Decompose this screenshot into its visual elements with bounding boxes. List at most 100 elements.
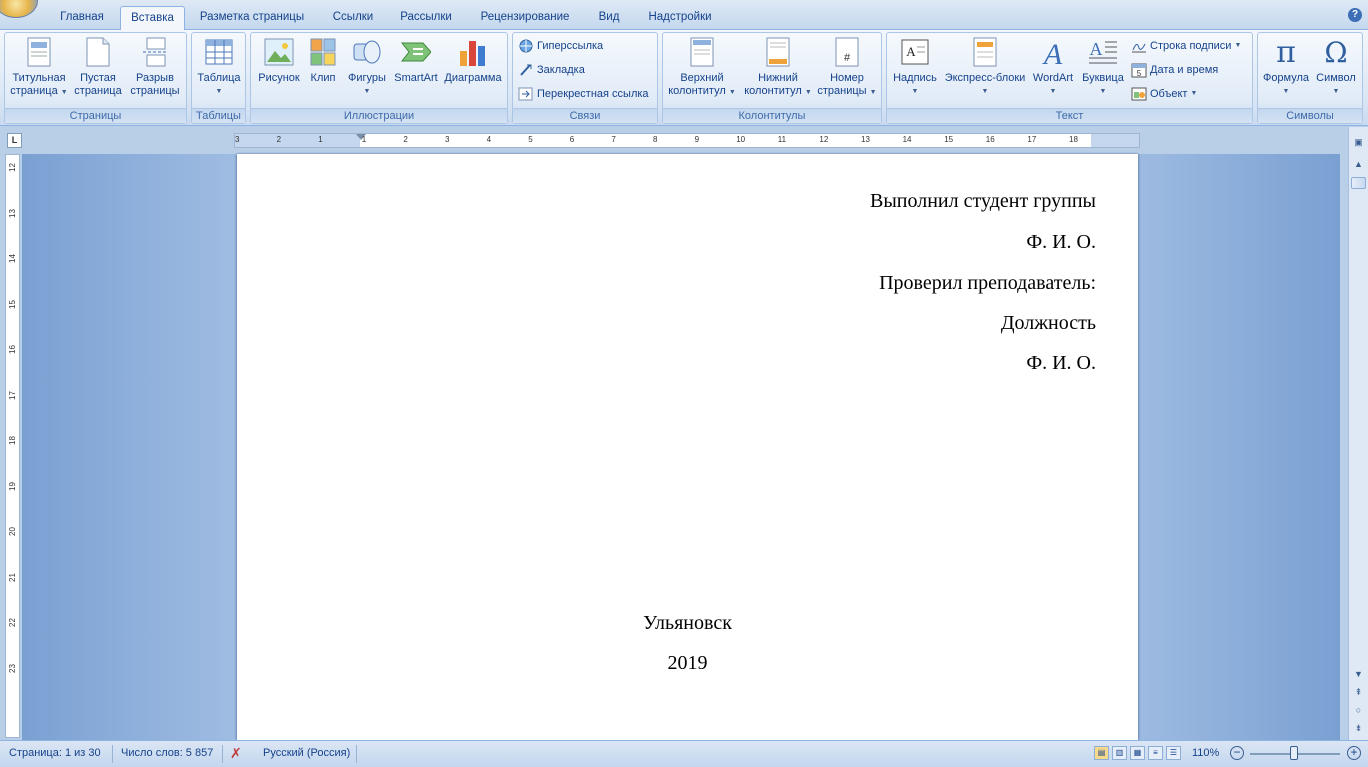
svg-text:#: # [844,52,851,64]
group-illustrations-label: Иллюстрации [251,108,507,123]
web-layout-view-icon[interactable]: ▦ [1130,746,1145,760]
cover-page-button[interactable]: Титульная страница ▼ [9,36,69,99]
ruler-tick-label: 4 [486,135,492,144]
group-header-footer-label: Колонтитулы [663,108,881,123]
bookmark-button[interactable]: Закладка [518,60,585,80]
tab-home[interactable]: Главная [52,6,112,30]
next-page-icon[interactable]: ⇟ [1351,721,1366,736]
outline-view-icon[interactable]: ≡ [1148,746,1163,760]
ruler-tick-label: 9 [694,135,700,144]
language-indicator[interactable]: Русский (Россия) [263,747,350,759]
drop-cap-icon: A [1088,36,1118,68]
tab-addins[interactable]: Надстройки [638,6,722,30]
header-label-1: Верхний [680,72,724,84]
pi-icon: π [1276,34,1296,70]
date-time-button[interactable]: 5 Дата и время [1131,60,1218,80]
svg-text:A: A [1090,39,1103,59]
ruler-tick-label: 22 [7,618,17,627]
ruler-tick-label: 2 [403,135,408,144]
vertical-scrollbar[interactable]: ▣ ▲ ▼ ⇞ ○ ⇟ [1348,127,1368,740]
page-counter[interactable]: Страница: 1 из 30 [9,747,101,759]
draft-view-icon[interactable]: ☰ [1166,746,1181,760]
previous-page-icon[interactable]: ⇞ [1351,685,1366,700]
tab-mailings[interactable]: Рассылки [392,6,460,30]
page-break-button[interactable]: Разрыв страницы [127,36,183,98]
doc-line-checked-by: Проверил преподаватель: [879,272,1096,294]
wordart-icon: A [1038,36,1068,68]
page-number-label-1: Номер [830,72,864,84]
document-page[interactable]: Выполнил студент группы Ф. И. О. Провери… [237,154,1138,740]
group-tables-label: Таблицы [192,108,245,123]
header-label-2: колонтитул [668,85,726,97]
bookmark-label: Закладка [537,64,585,76]
doc-year: 2019 [667,652,708,674]
ruler-tick-label: 21 [7,572,17,582]
tab-page-layout[interactable]: Разметка страницы [192,6,312,30]
cross-reference-label: Перекрестная ссылка [537,88,649,100]
tab-review[interactable]: Рецензирование [470,6,580,30]
zoom-out-icon[interactable]: − [1230,746,1244,760]
zoom-level[interactable]: 110% [1192,747,1219,759]
quick-parts-button[interactable]: Экспресс-блоки ▼ [941,36,1029,98]
group-symbols-label: Символы [1258,108,1362,123]
zoom-slider-knob[interactable] [1290,746,1298,760]
cross-reference-button[interactable]: Перекрестная ссылка [518,84,649,104]
signature-line-button[interactable]: Строка подписи ▼ [1131,36,1241,56]
chevron-down-icon: ▼ [1282,88,1290,95]
tab-view[interactable]: Вид [590,6,628,30]
ruler-tick-label: 15 [944,135,954,144]
vertical-ruler[interactable]: 12 13 14 15 16 17 18 19 20 21 22 23 [5,154,20,738]
shapes-button[interactable]: Фигуры ▼ [343,36,391,98]
chevron-down-icon: ▼ [1190,90,1198,97]
hyperlink-label: Гиперссылка [537,40,604,52]
word-count[interactable]: Число слов: 5 857 [121,747,213,759]
ruler-tick-label: 10 [736,135,746,144]
cross-reference-icon [518,86,534,102]
equation-button[interactable]: π Формула ▼ [1260,36,1312,98]
browse-object-icon[interactable]: ○ [1351,703,1366,718]
horizontal-ruler[interactable]: 3 2 1 1 2 3 4 5 6 7 8 9 10 11 12 13 14 15 16 17 18 [234,133,1140,148]
date-time-label: Дата и время [1150,64,1219,76]
wordart-button[interactable]: A WordArt ▼ [1029,36,1077,98]
picture-icon [264,36,294,68]
page-number-button[interactable]: # Номер страницы ▼ [815,36,879,99]
scroll-up-icon[interactable]: ▲ [1351,157,1366,172]
tab-insert[interactable]: Вставка [120,6,185,30]
hyperlink-button[interactable]: Гиперссылка [518,36,603,56]
ruler-tick-label: 1 [361,135,367,144]
proofing-error-icon[interactable]: ✗ [230,745,242,762]
print-layout-view-icon[interactable]: ▤ [1094,746,1109,760]
tab-selector[interactable]: L [7,133,22,148]
wordart-label: WordArt [1032,72,1074,84]
tab-references[interactable]: Ссылки [322,6,384,30]
ruler-tick-label: 3 [445,135,450,144]
symbol-button[interactable]: Ω Символ ▼ [1312,36,1360,98]
blank-page-button[interactable]: Пустая страница [71,36,125,98]
group-pages-label: Страницы [5,108,186,123]
picture-button[interactable]: Рисунок [255,36,303,85]
chevron-down-icon: ▼ [1332,88,1340,95]
calendar-icon: 5 [1131,62,1147,78]
cover-page-label-1: Титульная [12,72,66,84]
scroll-thumb[interactable] [1351,177,1366,189]
object-button[interactable]: Объект ▼ [1131,84,1197,104]
footer-button[interactable]: Нижний колонтитул ▼ [741,36,815,99]
drop-cap-button[interactable]: A Буквица ▼ [1079,36,1127,98]
page-break-label-1: Разрыв [136,72,174,84]
text-box-icon: A [900,36,930,68]
text-box-button[interactable]: A Надпись ▼ [889,36,941,98]
chart-button[interactable]: Диаграмма [441,36,505,85]
zoom-in-icon[interactable]: + [1347,746,1361,760]
full-screen-reading-view-icon[interactable]: ▥ [1112,746,1127,760]
table-button[interactable]: Таблица ▼ [194,36,244,98]
chevron-down-icon: ▼ [60,89,68,96]
help-icon[interactable]: ? [1348,8,1362,22]
header-button[interactable]: Верхний колонтитул ▼ [665,36,739,99]
ruler-tick-label: 2 [276,135,282,144]
clip-art-button[interactable]: Клип [305,36,341,85]
ruler-toggle-icon[interactable]: ▣ [1351,135,1366,150]
ruler-tick-label: 15 [7,299,17,309]
scroll-down-icon[interactable]: ▼ [1351,667,1366,682]
smartart-button[interactable]: SmartArt [391,36,441,85]
office-button[interactable] [0,0,38,18]
